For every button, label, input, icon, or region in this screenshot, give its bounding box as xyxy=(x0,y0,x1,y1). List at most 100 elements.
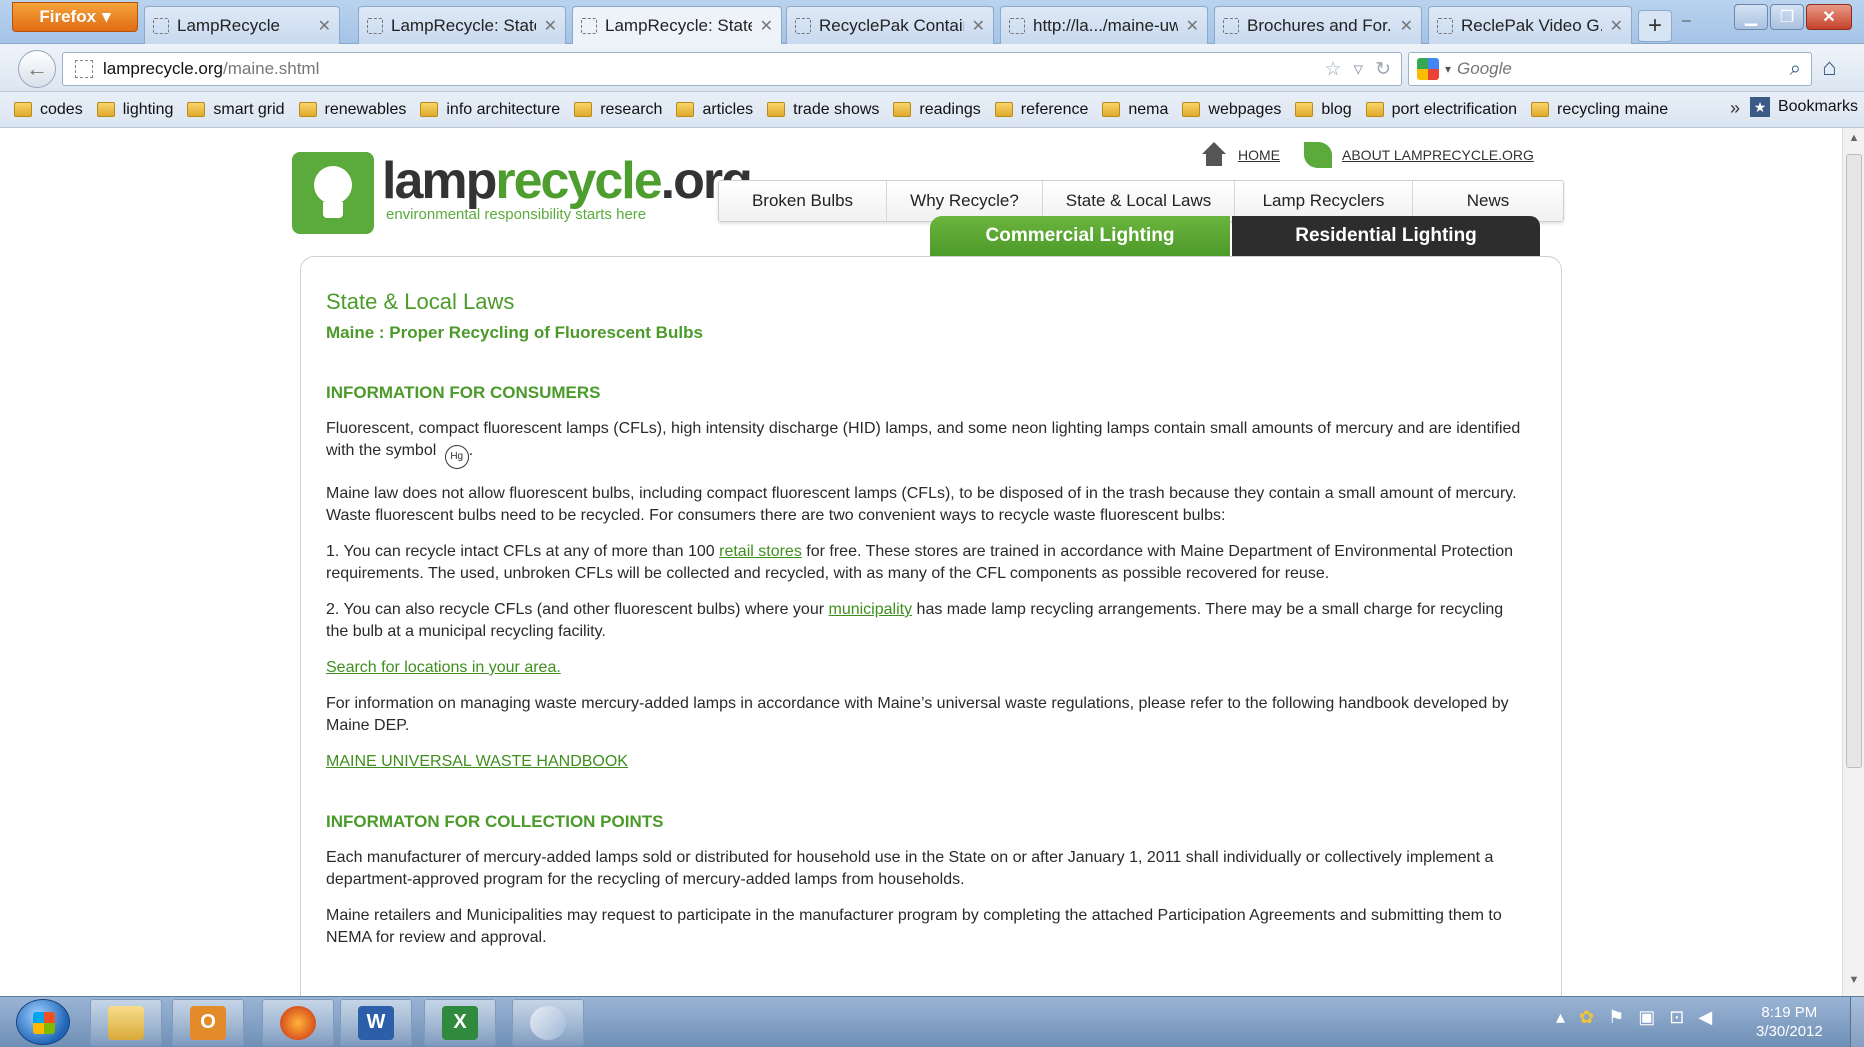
nav-why-recycle[interactable]: Why Recycle? xyxy=(887,181,1043,221)
nav-state-local-laws[interactable]: State & Local Laws xyxy=(1043,181,1235,221)
page-icon xyxy=(581,17,597,34)
folder-icon xyxy=(994,102,1013,117)
scrollbar-thumb[interactable] xyxy=(1846,154,1862,768)
vertical-scrollbar[interactable]: ▲ ▼ xyxy=(1842,128,1864,996)
bookmark-folder[interactable]: smart grid xyxy=(187,101,285,119)
reload-icon[interactable]: ↻ xyxy=(1375,58,1391,81)
browser-tab[interactable]: RecyclePak Contain... ✕ xyxy=(786,6,994,44)
browser-tab[interactable]: LampRecycle: State... ✕ xyxy=(358,6,566,44)
close-icon[interactable]: ✕ xyxy=(318,16,331,36)
close-icon[interactable]: ✕ xyxy=(1610,16,1623,36)
close-icon[interactable]: ✕ xyxy=(1400,16,1413,36)
mercury-symbol-icon: Hg xyxy=(444,445,469,469)
bookmark-folder[interactable]: reference xyxy=(994,101,1088,119)
bookmark-folder[interactable]: webpages xyxy=(1182,101,1281,119)
nav-broken-bulbs[interactable]: Broken Bulbs xyxy=(719,181,887,221)
taskbar-explorer[interactable] xyxy=(90,999,162,1046)
bookmark-folder[interactable]: readings xyxy=(893,101,981,119)
start-button[interactable] xyxy=(16,999,70,1045)
taskbar-firefox[interactable] xyxy=(262,999,334,1046)
firefox-menu-button[interactable]: Firefox ▾ xyxy=(12,2,138,32)
chevron-down-icon[interactable]: ▾ xyxy=(1445,62,1451,76)
bookmark-folder[interactable]: research xyxy=(574,101,662,119)
windows-taskbar: O W X ▴ ✿ ⚑ ▣ ⊡ ◀ 8:19 PM 3/30/2012 xyxy=(0,996,1864,1047)
close-icon[interactable]: ✕ xyxy=(972,16,985,36)
paragraph: Each manufacturer of mercury-added lamps… xyxy=(326,849,1494,888)
bookmark-folder[interactable]: nema xyxy=(1102,101,1168,119)
tab-label: Brochures and For... xyxy=(1247,15,1392,35)
network-icon[interactable]: ⊡ xyxy=(1669,1007,1684,1028)
close-icon[interactable]: ✕ xyxy=(760,16,773,36)
browser-tab-active[interactable]: LampRecycle: State... ✕ xyxy=(572,6,782,44)
new-tab-button[interactable]: + xyxy=(1638,10,1672,42)
minimize-button[interactable]: ▁ xyxy=(1734,4,1768,30)
search-engine-icon[interactable] xyxy=(1417,58,1439,80)
back-button[interactable]: ← xyxy=(18,50,56,88)
bookmark-folder[interactable]: trade shows xyxy=(767,101,879,119)
home-link[interactable]: HOME xyxy=(1200,142,1280,168)
search-locations-link[interactable]: Search for locations in your area. xyxy=(326,659,561,676)
bookmark-folder[interactable]: codes xyxy=(14,101,83,119)
page-icon xyxy=(1223,17,1239,34)
bookmark-folder[interactable]: port electrification xyxy=(1365,101,1517,119)
plus-icon: + xyxy=(1647,12,1662,39)
word-icon: W xyxy=(358,1005,394,1040)
history-dropdown-icon[interactable]: ▿ xyxy=(1354,58,1364,81)
bookmark-folder[interactable]: renewables xyxy=(298,101,406,119)
bookmark-label: recycling maine xyxy=(1557,100,1669,118)
address-bar[interactable]: lamprecycle.org/maine.shtml ☆ ▿ ↻ xyxy=(62,52,1402,86)
page-icon xyxy=(153,17,169,34)
paragraph: Fluorescent, compact fluorescent lamps (… xyxy=(326,418,1526,469)
volume-icon[interactable]: ◀ xyxy=(1698,1007,1712,1028)
search-icon[interactable]: ⌕ xyxy=(1790,58,1801,81)
logo-tagline: environmental responsibility starts here xyxy=(386,206,647,223)
close-window-button[interactable]: ✕ xyxy=(1806,4,1852,30)
show-hidden-icons-icon[interactable]: ▴ xyxy=(1556,1007,1565,1028)
bookmark-folder[interactable]: recycling maine xyxy=(1531,101,1668,119)
nav-lamp-recyclers[interactable]: Lamp Recyclers xyxy=(1235,181,1413,221)
bookmark-label: nema xyxy=(1128,100,1169,118)
home-icon[interactable]: ⌂ xyxy=(1822,54,1837,82)
bookmark-folder[interactable]: lighting xyxy=(96,100,174,119)
flag-icon[interactable]: ⚑ xyxy=(1608,1007,1624,1028)
bookmark-folder[interactable]: blog xyxy=(1295,101,1352,119)
taskbar-excel[interactable]: X xyxy=(424,999,496,1046)
about-link[interactable]: ABOUT LAMPRECYCLE.ORG xyxy=(1304,142,1534,168)
flower-tray-icon[interactable]: ✿ xyxy=(1579,1007,1594,1028)
municipality-link[interactable]: municipality xyxy=(829,601,913,618)
list-tabs-icon[interactable]: – xyxy=(1682,12,1691,30)
tab-residential-lighting[interactable]: Residential Lighting xyxy=(1232,216,1540,256)
chevron-right-double-icon[interactable]: » xyxy=(1730,98,1740,119)
bookmark-folder[interactable]: articles xyxy=(676,101,753,119)
handbook-link[interactable]: MAINE UNIVERSAL WASTE HANDBOOK xyxy=(326,753,628,770)
show-desktop-button[interactable] xyxy=(1850,997,1864,1047)
restore-button[interactable]: ❐ xyxy=(1770,4,1804,30)
browser-tab[interactable]: ReclePak Video G... ✕ xyxy=(1428,6,1632,44)
nav-news[interactable]: News xyxy=(1413,181,1563,221)
bookmark-folder[interactable]: info architecture xyxy=(420,101,560,119)
bookmark-label: lighting xyxy=(122,100,174,118)
page-icon xyxy=(1437,17,1453,34)
site-logo[interactable]: lamprecycle.org environmental responsibi… xyxy=(292,152,753,234)
site-identity-icon[interactable] xyxy=(75,60,93,78)
browser-tab[interactable]: LampRecycle ✕ xyxy=(144,6,340,44)
search-bar[interactable]: ▾ Google ⌕ xyxy=(1408,52,1812,86)
device-icon[interactable]: ▣ xyxy=(1638,1007,1655,1028)
bookmark-star-icon[interactable]: ☆ xyxy=(1324,58,1341,81)
browser-tab[interactable]: Brochures and For... ✕ xyxy=(1214,6,1422,44)
house-icon xyxy=(1200,142,1228,168)
system-clock[interactable]: 8:19 PM 3/30/2012 xyxy=(1756,1003,1823,1041)
folder-icon xyxy=(574,102,593,117)
close-icon[interactable]: ✕ xyxy=(544,16,557,36)
scroll-down-icon[interactable]: ▼ xyxy=(1843,974,1864,992)
taskbar-outlook[interactable]: O xyxy=(172,999,244,1046)
tab-commercial-lighting[interactable]: Commercial Lighting xyxy=(930,216,1230,256)
retail-stores-link[interactable]: retail stores xyxy=(719,543,802,560)
taskbar-paint[interactable] xyxy=(512,999,584,1046)
taskbar-word[interactable]: W xyxy=(340,999,412,1046)
bookmarks-menu-button[interactable]: ★ Bookmarks xyxy=(1749,97,1858,117)
scroll-up-icon[interactable]: ▲ xyxy=(1843,132,1864,150)
browser-tab[interactable]: http://la.../maine-uw ✕ xyxy=(1000,6,1208,44)
close-icon[interactable]: ✕ xyxy=(1186,16,1199,36)
clock-time: 8:19 PM xyxy=(1761,1004,1818,1021)
